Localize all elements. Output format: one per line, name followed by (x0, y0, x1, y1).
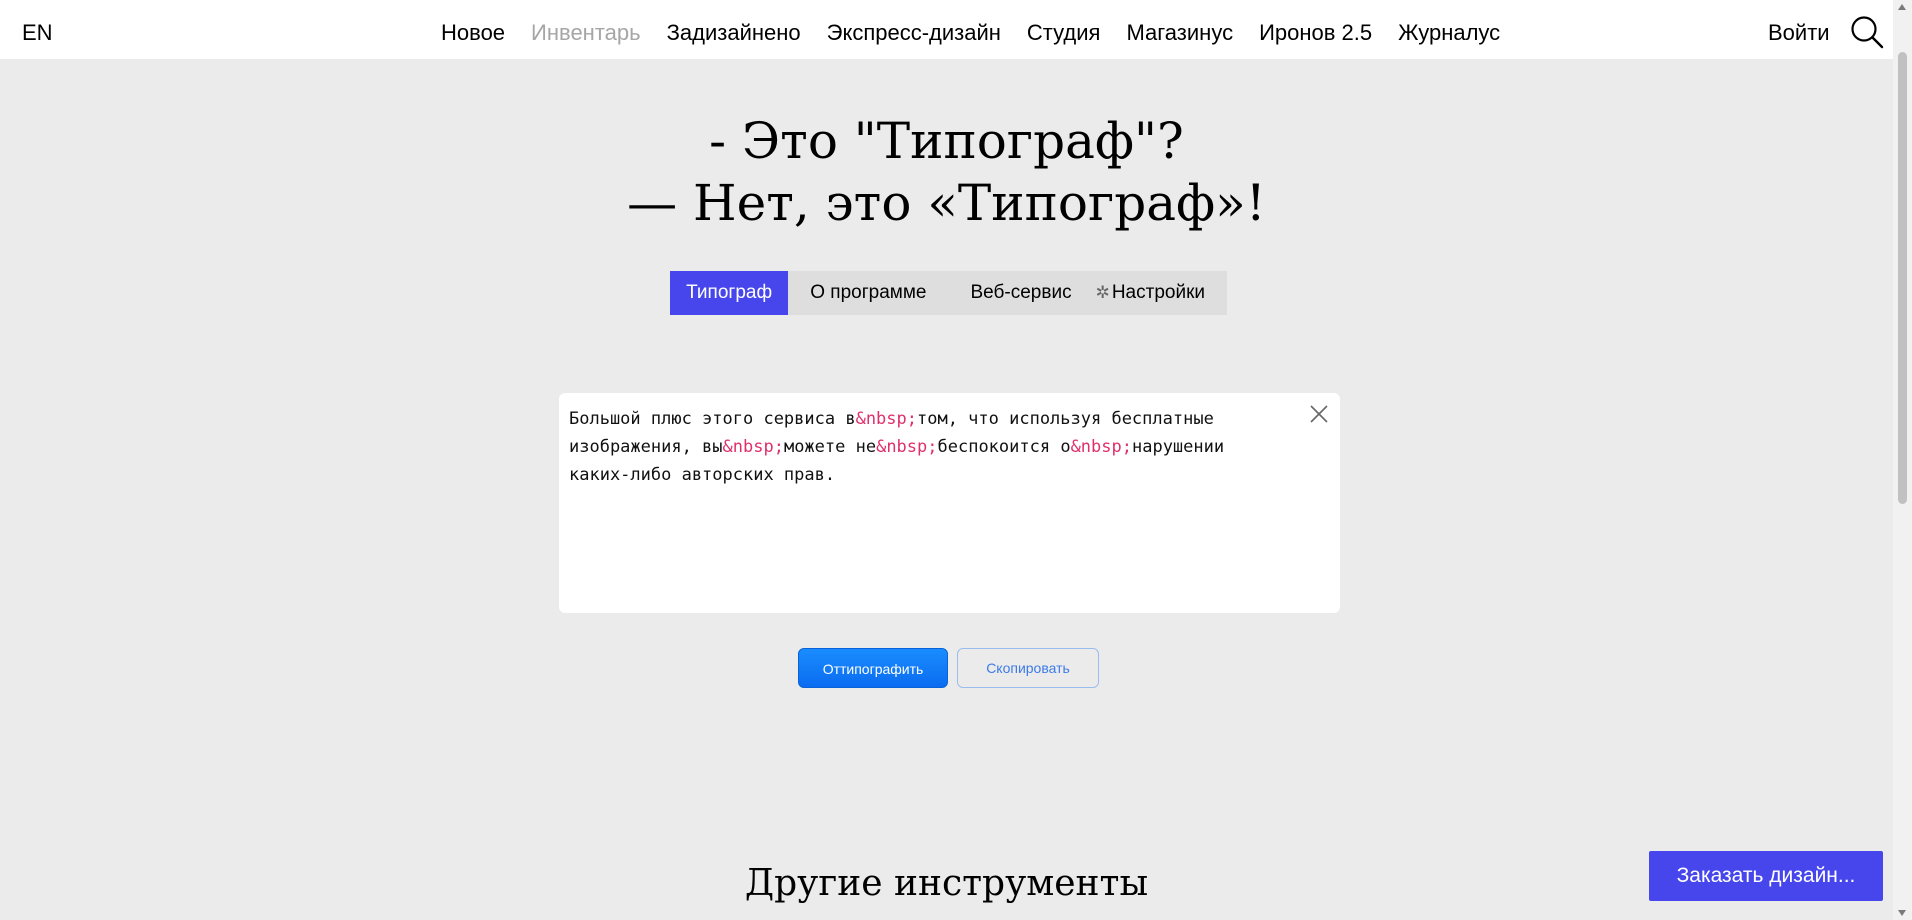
nbsp-entity: &nbsp; (855, 409, 917, 429)
hero-title-line-2: — Нет, это «Типограф»! (627, 174, 1266, 232)
tab-settings-label: Настройки (1111, 282, 1205, 303)
editor-line-2: изображения, вы&nbsp;можете не&nbsp;бесп… (569, 433, 1330, 461)
editor-text: Большой плюс этого сервиса в (569, 409, 856, 429)
nbsp-entity: &nbsp; (876, 437, 938, 457)
nav-item-journal[interactable]: Журналус (1398, 20, 1500, 46)
language-switch[interactable]: EN (22, 20, 53, 46)
scroll-up-arrow-icon[interactable] (1898, 4, 1906, 10)
nav-item-shop[interactable]: Магазинус (1126, 20, 1233, 46)
order-design-button[interactable]: Заказать дизайн... (1649, 851, 1883, 901)
scroll-down-arrow-icon[interactable] (1898, 910, 1906, 916)
editor-text: изображения, вы (569, 437, 723, 457)
nav-item-designed[interactable]: Задизайнено (667, 20, 801, 46)
nav-item-express-design[interactable]: Экспресс-дизайн (827, 20, 1001, 46)
typograph-button[interactable]: Оттипографить (798, 648, 948, 688)
nav-item-studio[interactable]: Студия (1027, 20, 1101, 46)
scrollbar-thumb[interactable] (1898, 52, 1907, 504)
top-navigation-bar: EN Новое Инвентарь Задизайнено Экспресс-… (0, 0, 1893, 59)
section-title-other-tools: Другие инструменты (744, 863, 1149, 904)
tab-about[interactable]: О программе (788, 271, 948, 315)
editor-text: том, что используя бесплатные (917, 409, 1214, 429)
tab-web-service[interactable]: Веб-сервис (949, 271, 1094, 315)
nbsp-entity: &nbsp; (1070, 437, 1132, 457)
copy-button[interactable]: Скопировать (957, 648, 1099, 688)
tab-settings[interactable]: ✲ Настройки (1094, 271, 1227, 315)
nav-item-new[interactable]: Новое (441, 20, 505, 46)
close-icon[interactable] (1308, 403, 1330, 425)
main-nav: Новое Инвентарь Задизайнено Экспресс-диз… (441, 20, 1500, 46)
gear-icon: ✲ (1095, 283, 1110, 302)
search-icon[interactable] (1850, 15, 1884, 49)
hero-title-line-1: - Это "Типограф"? (709, 112, 1184, 170)
editor-text: можете не (783, 437, 877, 457)
tab-typograph[interactable]: Типограф (670, 271, 789, 315)
editor-text: беспокоится о (937, 437, 1071, 457)
login-link[interactable]: Войти (1768, 20, 1830, 46)
editor-text: нарушении (1131, 437, 1225, 457)
nav-item-inventory[interactable]: Инвентарь (531, 20, 641, 46)
nbsp-entity: &nbsp; (722, 437, 784, 457)
tool-tabs: Типограф О программе Веб-сервис ✲ Настрой… (670, 271, 1227, 315)
page-scrollbar[interactable] (1893, 0, 1912, 920)
nav-item-ironov[interactable]: Иронов 2.5 (1259, 20, 1372, 46)
editor-line-1: Большой плюс этого сервиса в&nbsp;том, ч… (569, 405, 1330, 433)
text-input-area[interactable]: Большой плюс этого сервиса в&nbsp;том, ч… (559, 393, 1340, 613)
editor-line-3: каких-либо авторских прав. (569, 465, 836, 485)
